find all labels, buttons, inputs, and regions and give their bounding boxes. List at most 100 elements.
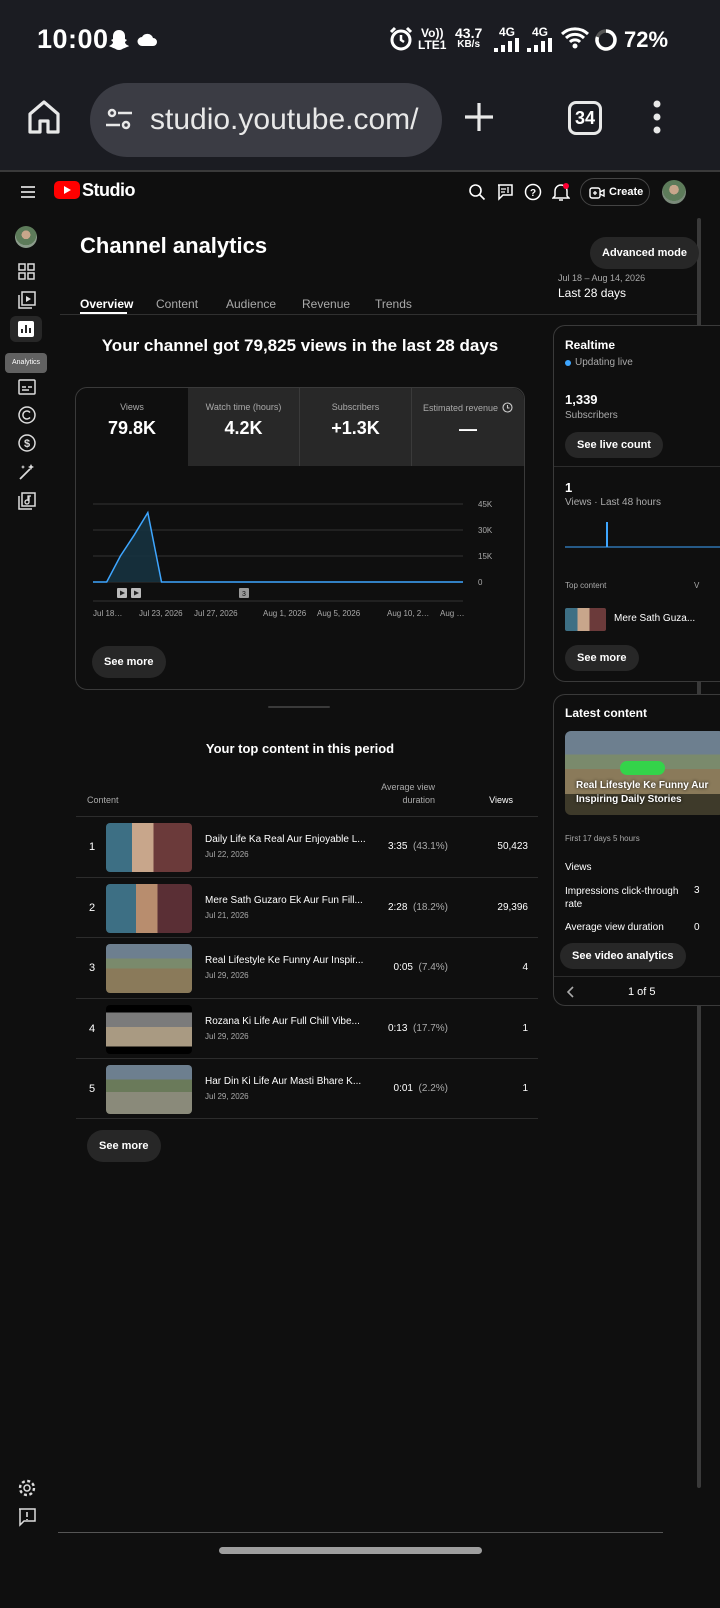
settings-icon[interactable] — [17, 1478, 37, 1498]
table-row[interactable]: 3 Real Lifestyle Ke Funny Aur Inspir... Ju… — [76, 937, 538, 998]
metric-views-value: 79.8K — [107, 418, 157, 438]
row-thumbnail[interactable] — [106, 883, 192, 933]
latest-video-title: Real Lifestyle Ke Funny Aur Inspiring Da… — [576, 780, 709, 805]
row-title[interactable]: Daily Life Ka Real Aur Enjoyable L... — [205, 834, 365, 845]
youtube-logo-icon[interactable] — [54, 181, 80, 199]
studio-logo-text: Studio — [82, 180, 136, 200]
table-row[interactable]: 1 Daily Life Ka Real Aur Enjoyable L... Ju… — [76, 816, 538, 877]
row-views: 1 — [522, 1022, 528, 1034]
audio-library-icon[interactable] — [17, 491, 37, 511]
realtime-top-thumbnail[interactable] — [565, 608, 606, 631]
tab-content[interactable]: Content — [156, 297, 198, 311]
customization-icon[interactable] — [17, 462, 37, 482]
tab-overview[interactable]: Overview — [80, 297, 133, 311]
row-avd-pct: (18.2%) — [412, 901, 448, 913]
top-content-see-more-button[interactable]: See more — [87, 1130, 161, 1162]
table-row[interactable]: 5 Har Din Ki Life Aur Masti Bhare K... Jul… — [76, 1058, 538, 1119]
row-title[interactable]: Real Lifestyle Ke Funny Aur Inspir... — [205, 955, 365, 966]
see-video-analytics-button[interactable]: See video analytics — [560, 943, 686, 969]
row-title[interactable]: Rozana Ki Life Aur Full Chill Vibe... — [205, 1016, 365, 1027]
advanced-mode-button[interactable]: Advanced mode — [590, 237, 699, 269]
svg-text:$: $ — [24, 438, 30, 450]
copyright-icon[interactable] — [17, 405, 37, 425]
dashboard-icon[interactable] — [17, 262, 37, 282]
svg-text:?: ? — [530, 188, 536, 199]
url-bar[interactable]: studio.youtube.com/ — [90, 83, 442, 157]
alarm-icon — [389, 26, 413, 51]
feedback-icon[interactable] — [496, 183, 514, 201]
row-thumbnail[interactable] — [106, 1065, 192, 1114]
analytics-nav-item[interactable] — [10, 316, 42, 342]
search-icon[interactable] — [468, 183, 486, 201]
row-avd-pct: (2.2%) — [418, 1083, 448, 1094]
table-row[interactable]: 2 Mere Sath Guzaro Ek Aur Fun Fill... Jul … — [76, 876, 538, 938]
account-avatar[interactable] — [662, 180, 686, 204]
row-thumbnail[interactable] — [106, 944, 192, 993]
analytics-icon — [18, 321, 34, 337]
metric-watch-time[interactable]: Watch time (hours) 4.2K — [188, 388, 300, 466]
realtime-top-content-col: V — [694, 581, 700, 590]
row-date: Jul 29, 2026 — [205, 971, 249, 980]
chart-area-fill — [93, 512, 463, 582]
date-range-selector[interactable]: Last 28 days — [558, 286, 626, 300]
realtime-top-item[interactable]: Mere Sath Guza... — [614, 613, 695, 624]
metric-watch-time-value: 4.2K — [224, 418, 263, 438]
notifications-icon[interactable] — [552, 182, 570, 202]
row-title[interactable]: Mere Sath Guzaro Ek Aur Fun Fill... — [205, 895, 365, 906]
row-avd: 0:01 (2.2%) — [394, 1083, 448, 1094]
latest-ctr-label: Impressions click-through rate — [565, 886, 679, 910]
row-title[interactable]: Har Din Ki Life Aur Masti Bhare K... — [205, 1076, 365, 1087]
channel-avatar[interactable] — [15, 226, 37, 248]
table-row[interactable]: 4 Rozana Ki Life Aur Full Chill Vibe... Ju… — [76, 997, 538, 1059]
net1-label: 4G — [498, 25, 515, 39]
chevron-left-icon[interactable] — [565, 985, 575, 999]
tab-trends[interactable]: Trends — [375, 297, 412, 311]
latest-views-label: Views — [565, 862, 592, 873]
signal-icon-2: 4G — [527, 26, 553, 57]
row-thumbnail[interactable] — [106, 823, 192, 872]
tabs-divider — [60, 314, 697, 315]
send-feedback-icon[interactable] — [17, 1507, 37, 1527]
analytics-tooltip: Analytics — [5, 353, 47, 373]
chart-y-tick: 0 — [478, 578, 483, 587]
realtime-subs-value: 1,339 — [565, 392, 598, 407]
row-avd-time: 2:28 — [387, 901, 408, 913]
latest-video-thumbnail[interactable]: Real Lifestyle Ke Funny Aur Inspiring Da… — [565, 731, 720, 815]
signal-icon-1: 4G — [494, 26, 520, 57]
content-icon[interactable] — [17, 290, 37, 310]
gesture-nav-bar[interactable] — [219, 1547, 482, 1554]
overview-headline: Your channel got 79,825 views in the las… — [101, 336, 499, 355]
chart-x-tick: Aug 5, 2026 — [317, 609, 361, 618]
tab-switcher-button[interactable]: 34 — [568, 101, 602, 135]
row-views: 4 — [522, 962, 528, 973]
chart-x-tick: Aug … — [440, 609, 464, 618]
see-live-count-button[interactable]: See live count — [565, 432, 663, 458]
home-icon[interactable] — [27, 99, 61, 135]
subtitles-icon[interactable] — [17, 377, 37, 397]
tab-audience[interactable]: Audience — [226, 297, 276, 311]
row-thumbnail[interactable] — [106, 1004, 192, 1054]
metric-subscribers[interactable]: Subscribers +1.3K — [300, 388, 412, 466]
menu-icon[interactable] — [20, 185, 36, 199]
chart-see-more-button[interactable]: See more — [92, 646, 166, 678]
chart-x-tick: Aug 1, 2026 — [263, 609, 307, 618]
help-icon[interactable]: ? — [524, 183, 542, 201]
row-rank: 4 — [89, 1022, 96, 1035]
realtime-sparkline — [565, 522, 720, 548]
earn-icon[interactable]: $ — [17, 433, 37, 453]
top-content-heading: Your top content in this period — [205, 741, 395, 756]
realtime-subs-label: Subscribers — [565, 410, 618, 421]
row-date: Jul 29, 2026 — [205, 1092, 249, 1101]
row-date: Jul 22, 2026 — [205, 850, 249, 859]
new-tab-icon[interactable] — [462, 100, 496, 134]
tab-revenue[interactable]: Revenue — [302, 297, 350, 311]
latest-divider — [554, 976, 720, 977]
metric-views[interactable]: Views 79.8K — [76, 388, 188, 466]
site-settings-icon[interactable] — [104, 105, 134, 133]
metric-revenue[interactable]: Estimated revenue — — [412, 388, 524, 466]
more-vert-icon[interactable] — [652, 100, 662, 134]
realtime-see-more-button[interactable]: See more — [565, 645, 639, 671]
views-chart[interactable]: 45K 30K 15K 0 3 Jul 18… Jul 23, 2026 Jul 27, 20… — [76, 488, 524, 628]
wifi-icon — [560, 27, 590, 49]
create-button[interactable]: Create — [580, 178, 650, 206]
